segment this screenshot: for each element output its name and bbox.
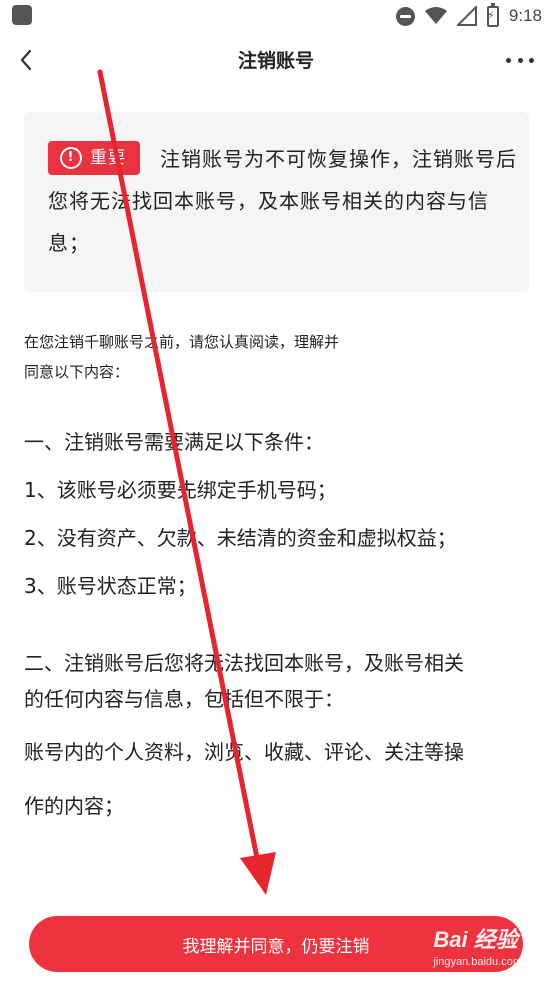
important-badge: ! 重要 bbox=[48, 140, 140, 175]
page-title: 注销账号 bbox=[237, 50, 314, 72]
watermark-logo: Bai 经验 bbox=[433, 927, 518, 952]
status-bar: 9:18 bbox=[0, 0, 552, 32]
condition-item: 3、账号状态正常； bbox=[24, 574, 197, 598]
consequences-detail: 账号内的个人资料，浏览、收藏、评论、关注等操 作的内容； bbox=[24, 725, 524, 833]
signal-icon bbox=[456, 6, 477, 26]
alert-icon: ! bbox=[60, 146, 82, 169]
do-not-disturb-icon bbox=[395, 6, 415, 26]
condition-item: 2、没有资产、欠款、未结清的资金和虚拟权益； bbox=[24, 526, 457, 550]
important-badge-label: 重要 bbox=[90, 147, 126, 168]
notice-text-block: ! 重要 注销账号为不可恢复操作，注销账号后您将无法找回本账号，及本账号相关的内… bbox=[48, 138, 518, 264]
baidu-jingyan-watermark: Bai 经验 jingyan.baidu.com bbox=[433, 922, 522, 968]
consequences-detail-line-2: 作的内容； bbox=[24, 794, 124, 818]
consequences-section: 二、注销账号后您将无法找回本账号，及账号相关 的任何内容与信息，包括但不限于： … bbox=[24, 645, 524, 833]
consequences-detail-line-1: 账号内的个人资料，浏览、收藏、评论、关注等操 bbox=[24, 740, 464, 764]
conditions-heading: 一、注销账号需要满足以下条件： bbox=[24, 430, 324, 454]
watermark-url: jingyan.baidu.com bbox=[433, 956, 522, 968]
app-icon bbox=[12, 5, 32, 25]
intro-line-1: 在您注销千聊账号之前，请您认真阅读，理解并 bbox=[24, 333, 340, 351]
intro-line-2: 同意以下内容： bbox=[24, 363, 130, 381]
nav-bar: 注销账号 bbox=[0, 32, 552, 88]
status-time: 9:18 bbox=[508, 6, 542, 25]
consequences-heading-line-2: 的任何内容与信息，包括但不限于： bbox=[24, 687, 344, 711]
intro-text: 在您注销千聊账号之前，请您认真阅读，理解并 同意以下内容： bbox=[24, 327, 424, 387]
condition-item: 1、该账号必须要先绑定手机号码； bbox=[24, 478, 337, 502]
consequences-heading-line-1: 二、注销账号后您将无法找回本账号，及账号相关 bbox=[24, 651, 464, 675]
more-dots-icon[interactable] bbox=[506, 46, 534, 74]
notice-card: ! 重要 注销账号为不可恢复操作，注销账号后您将无法找回本账号，及本账号相关的内… bbox=[24, 112, 529, 292]
conditions-section: 一、注销账号需要满足以下条件： 1、该账号必须要先绑定手机号码； 2、没有资产、… bbox=[24, 418, 524, 610]
wifi-icon bbox=[424, 7, 447, 24]
battery-charging-icon bbox=[486, 2, 499, 27]
status-icons: 9:18 bbox=[395, 0, 542, 32]
